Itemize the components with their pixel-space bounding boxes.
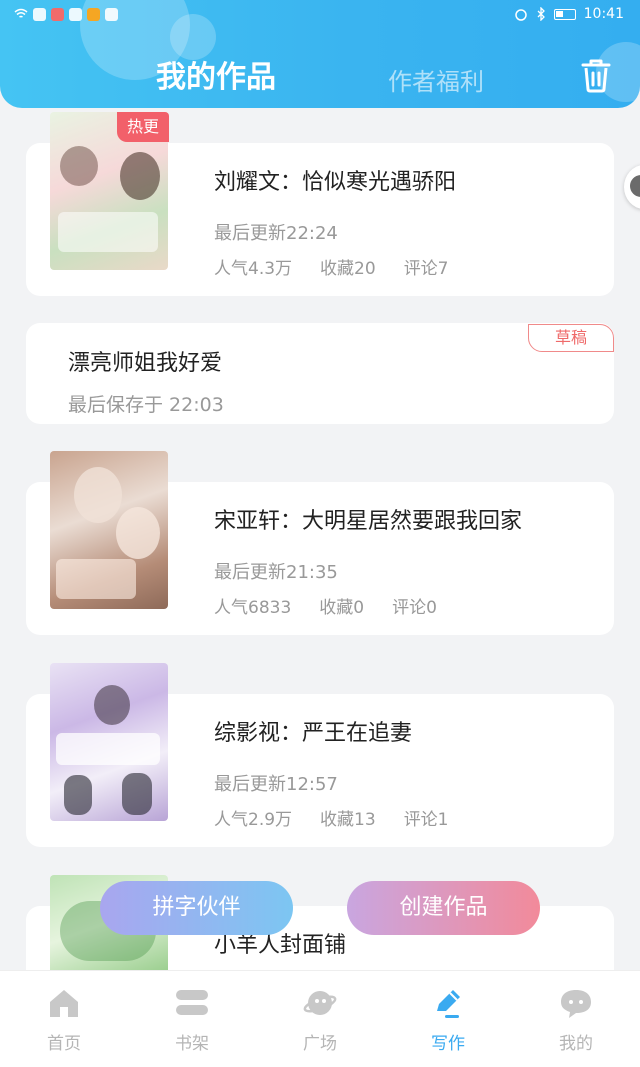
draft-saved-time: 最后保存于 22:03 bbox=[68, 394, 224, 416]
status-bar: 10:41 bbox=[0, 0, 640, 28]
pen-icon bbox=[437, 990, 460, 1018]
app-notification-icon bbox=[33, 7, 46, 21]
draft-title[interactable]: 漂亮师姐我好爱 bbox=[68, 345, 222, 377]
cover-title-panel bbox=[58, 212, 158, 252]
qq-icon bbox=[69, 7, 82, 21]
app-notification-icon bbox=[87, 7, 100, 21]
home-icon bbox=[50, 990, 78, 1017]
work-popularity: 人气4.3万 bbox=[214, 259, 293, 279]
cover-figure bbox=[120, 152, 160, 200]
nav-label: 写作 bbox=[431, 1034, 465, 1054]
cover-figure bbox=[60, 146, 98, 186]
cover-figure bbox=[74, 467, 122, 523]
tab-my-works[interactable]: 我的作品 bbox=[156, 52, 276, 96]
hot-update-badge: 热更 bbox=[117, 112, 169, 142]
create-work-button[interactable]: 创建作品 bbox=[347, 881, 540, 935]
nav-item-square[interactable]: 广场 bbox=[256, 971, 384, 1067]
planet-icon bbox=[303, 991, 337, 1015]
app-header: 10:41 我的作品 作者福利 bbox=[0, 0, 640, 108]
work-cover-image[interactable] bbox=[50, 451, 168, 609]
work-favorites: 收藏20 bbox=[320, 259, 376, 279]
work-comments: 评论0 bbox=[392, 598, 437, 618]
nav-item-home[interactable]: 首页 bbox=[0, 971, 128, 1067]
bookshelf-icon bbox=[176, 990, 208, 1015]
cover-title-panel bbox=[56, 559, 136, 599]
work-stats: 人气2.9万 收藏13 评论1 bbox=[214, 805, 477, 830]
cover-figure bbox=[116, 507, 160, 559]
work-title[interactable]: 综影视：严王在追妻 bbox=[214, 715, 412, 747]
app-notification-icon bbox=[51, 7, 64, 21]
nav-item-write[interactable]: 写作 bbox=[384, 971, 512, 1067]
work-updated-time: 最后更新21:35 bbox=[214, 562, 338, 583]
work-stats: 人气6833 收藏0 评论0 bbox=[214, 593, 465, 618]
status-time: 10:41 bbox=[583, 6, 624, 22]
status-icons-left bbox=[14, 7, 118, 21]
bottom-navigation: 首页 书架 广场 写作 我的 bbox=[0, 970, 640, 1067]
tab-author-benefits[interactable]: 作者福利 bbox=[388, 62, 484, 97]
work-popularity: 人气6833 bbox=[214, 598, 292, 618]
alarm-icon bbox=[514, 9, 527, 21]
bluetooth-icon bbox=[537, 7, 545, 21]
draft-badge: 草稿 bbox=[528, 324, 614, 352]
trash-icon[interactable] bbox=[578, 56, 614, 94]
work-favorites: 收藏13 bbox=[320, 810, 376, 830]
cover-figure bbox=[94, 685, 130, 725]
writing-partner-button[interactable]: 拼字伙伴 bbox=[100, 881, 293, 935]
status-icons-right: 10:41 bbox=[514, 6, 624, 22]
nav-label: 我的 bbox=[559, 1034, 593, 1054]
wifi-icon bbox=[14, 8, 28, 18]
nav-label: 书架 bbox=[175, 1034, 209, 1054]
cover-title-panel bbox=[56, 733, 160, 765]
nav-label: 广场 bbox=[303, 1034, 337, 1054]
nav-label: 首页 bbox=[47, 1034, 81, 1054]
nav-item-mine[interactable]: 我的 bbox=[512, 971, 640, 1067]
work-title[interactable]: 宋亚轩：大明星居然要跟我回家 bbox=[214, 503, 522, 535]
work-title[interactable]: 刘耀文：恰似寒光遇骄阳 bbox=[214, 164, 456, 196]
chat-bubble-icon bbox=[561, 990, 591, 1018]
cover-figure bbox=[122, 773, 152, 815]
work-cover-image[interactable] bbox=[50, 663, 168, 821]
floating-avatar[interactable] bbox=[624, 165, 640, 209]
work-comments: 评论1 bbox=[403, 810, 449, 830]
nav-item-bookshelf[interactable]: 书架 bbox=[128, 971, 256, 1067]
work-stats: 人气4.3万 收藏20 评论7 bbox=[214, 254, 477, 279]
work-popularity: 人气2.9万 bbox=[214, 810, 293, 830]
work-comments: 评论7 bbox=[403, 259, 449, 279]
cover-figure bbox=[64, 775, 92, 815]
work-updated-time: 最后更新12:57 bbox=[214, 774, 338, 795]
app-notification-icon bbox=[105, 7, 118, 21]
work-updated-time: 最后更新22:24 bbox=[214, 223, 338, 244]
work-favorites: 收藏0 bbox=[319, 598, 365, 618]
battery-icon bbox=[553, 8, 576, 20]
